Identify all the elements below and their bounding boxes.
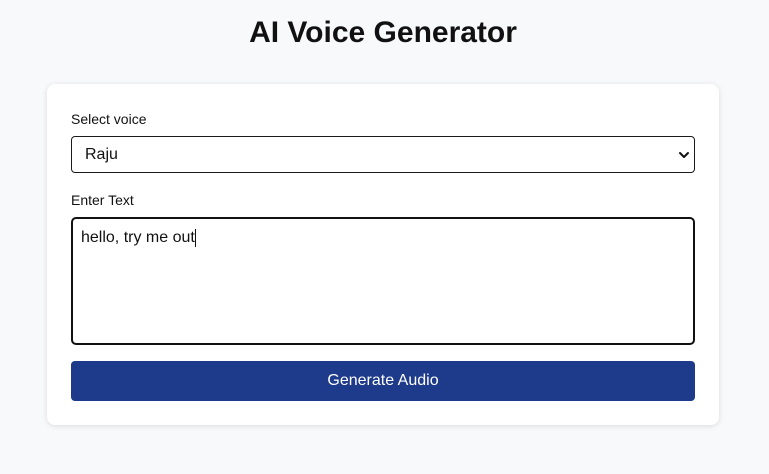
generate-audio-button[interactable]: Generate Audio	[71, 361, 695, 401]
enter-text-label: Enter Text	[71, 192, 134, 208]
text-input[interactable]: hello, try me out	[71, 217, 695, 345]
chevron-down-icon	[678, 147, 690, 163]
page-title: AI Voice Generator	[249, 16, 517, 49]
text-input-value: hello, try me out	[81, 229, 195, 246]
select-voice-label: Select voice	[71, 111, 147, 127]
voice-select[interactable]: Raju	[71, 136, 695, 173]
voice-select-value: Raju	[85, 146, 118, 163]
voice-generator-card: Select voice Raju Enter Text hello, try …	[47, 84, 719, 425]
text-caret	[194, 229, 196, 247]
